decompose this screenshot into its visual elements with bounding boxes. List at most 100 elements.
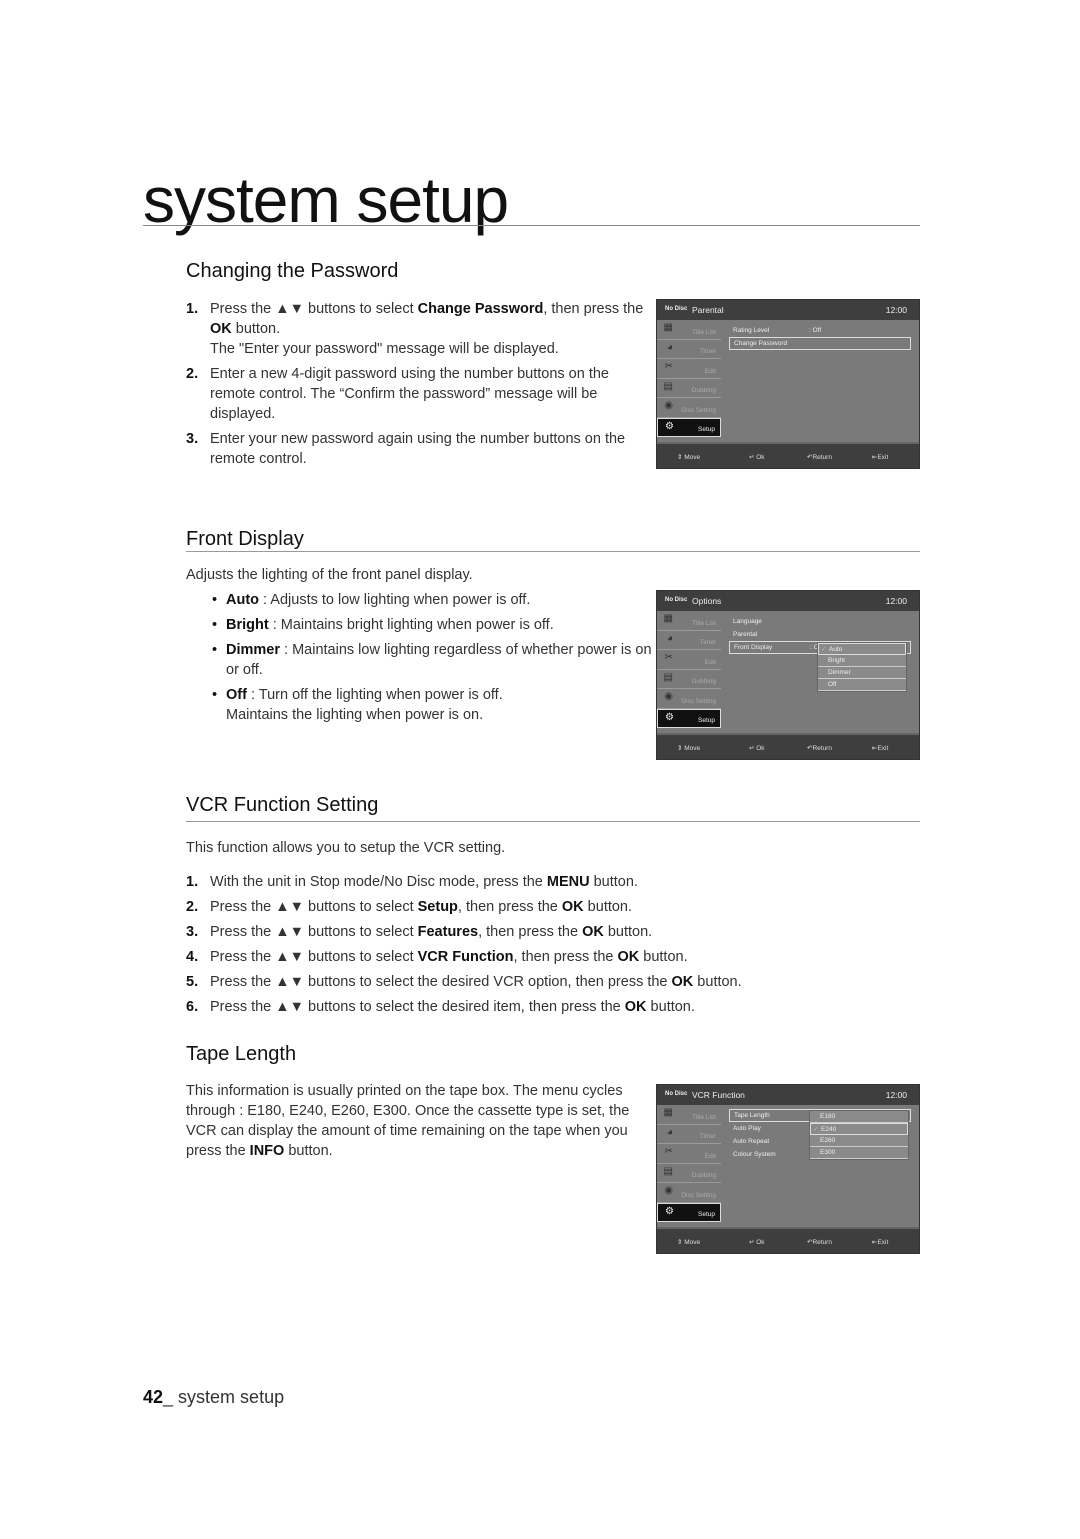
gear-icon: ⚙ <box>665 711 674 723</box>
step-item: 6. Press the ▲▼ buttons to select the des… <box>186 999 695 1015</box>
move-hint: ⇕ Move <box>677 745 701 752</box>
sidebar-item-dubbing[interactable]: ▤ Dubbing <box>657 379 721 398</box>
section-rule <box>186 551 920 552</box>
tv-screen-options: No Disc Options 12:00 ▦ Title List ◕ Timer… <box>656 590 920 760</box>
option-bright[interactable]: Bright <box>818 655 906 667</box>
tape-length-dropdown: E180 ✓ E240 E260 E300 <box>809 1110 909 1160</box>
option-e300[interactable]: E300 <box>810 1147 908 1159</box>
option-dimmer[interactable]: Dimmer <box>818 667 906 679</box>
step-item: 4. Press the ▲▼ buttons to select VCR Fun… <box>186 949 688 965</box>
sidebar-item-dubbing[interactable]: ▤ Dubbing <box>657 670 721 689</box>
tv-footer: ⇕ Move ↵ Ok ↶Return ⇤Exit <box>657 733 919 759</box>
step-note: The "Enter your password" message will b… <box>210 341 559 357</box>
dubbing-icon: ▤ <box>663 671 673 683</box>
sidebar-item-disc-setting[interactable]: ◉ Disc Setting <box>657 689 721 709</box>
exit-hint: ⇤Exit <box>872 454 889 461</box>
menu-row-language[interactable]: Language <box>729 615 911 628</box>
disc-icon: ◉ <box>664 400 673 411</box>
bullet-item: Bright : Maintains bright lighting when … <box>212 615 652 635</box>
sidebar-item-title-list[interactable]: ▦ Title List <box>657 320 721 340</box>
scissors-icon: ✂ <box>664 1146 673 1157</box>
no-disc-label: No Disc <box>665 1091 688 1097</box>
vcr-steps: 1. With the unit in Stop mode/No Disc mod… <box>186 872 886 1022</box>
password-steps: 1. Press the ▲▼ buttons to select Change… <box>186 299 648 474</box>
sidebar-item-edit[interactable]: ✂ Edit <box>657 1144 721 1164</box>
menu-row-rating-level[interactable]: Rating Level: Off <box>729 324 911 337</box>
sidebar-item-setup[interactable]: ⚙ Setup <box>657 417 721 437</box>
step-item: 5. Press the ▲▼ buttons to select the des… <box>186 974 742 990</box>
scissors-icon: ✂ <box>664 652 673 663</box>
dubbing-icon: ▤ <box>663 380 673 392</box>
exit-hint: ⇤Exit <box>872 1239 889 1246</box>
tv-footer: ⇕ Move ↵ Ok ↶Return ⇤Exit <box>657 442 919 468</box>
sidebar-item-setup[interactable]: ⚙ Setup <box>657 708 721 728</box>
move-hint: ⇕ Move <box>677 1239 701 1246</box>
film-icon: ▦ <box>663 1107 673 1118</box>
menu-title: Parental <box>692 305 724 315</box>
film-icon: ▦ <box>663 613 673 624</box>
section-rule <box>186 821 920 822</box>
sidebar-item-timer[interactable]: ◕ Timer <box>657 631 721 650</box>
tv-screen-parental: No Disc Parental 12:00 ▦ Title List ◕ Time… <box>656 299 920 469</box>
tv-footer: ⇕ Move ↵ Ok ↶Return ⇤Exit <box>657 1227 919 1253</box>
step-item: 1. With the unit in Stop mode/No Disc mod… <box>186 874 638 890</box>
step-item: 3. Enter your new password again using th… <box>186 431 626 467</box>
disc-icon: ◉ <box>664 1185 673 1196</box>
tv-header: No Disc VCR Function 12:00 <box>657 1085 919 1105</box>
page-footer: 42_ system setup <box>143 1387 285 1407</box>
vcr-intro: This function allows you to setup the VC… <box>186 840 506 856</box>
sidebar-item-title-list[interactable]: ▦ Title List <box>657 611 721 631</box>
tape-length-text: This information is usually printed on t… <box>186 1083 630 1159</box>
clock: 12:00 <box>885 1090 907 1100</box>
sidebar-item-disc-setting[interactable]: ◉ Disc Setting <box>657 398 721 418</box>
sidebar-item-timer[interactable]: ◕ Timer <box>657 340 721 359</box>
menu-row-change-password[interactable]: Change Password <box>729 337 911 350</box>
dubbing-icon: ▤ <box>663 1165 673 1177</box>
timer-icon: ◕ <box>666 1126 673 1138</box>
option-off[interactable]: Off <box>818 679 906 691</box>
section-heading-password: Changing the Password <box>186 260 399 282</box>
chapter-title: system setup <box>143 164 509 236</box>
sidebar-item-timer[interactable]: ◕ Timer <box>657 1125 721 1144</box>
footer-label: system setup <box>178 1387 285 1407</box>
bullet-item: Dimmer : Maintains low lighting regardle… <box>212 640 652 680</box>
sidebar-item-setup[interactable]: ⚙ Setup <box>657 1202 721 1222</box>
tv-screen-vcr-function: No Disc VCR Function 12:00 ▦ Title List ◕… <box>656 1084 920 1254</box>
step-item: 2. Enter a new 4-digit password using the… <box>186 366 609 422</box>
menu-row-parental[interactable]: Parental <box>729 628 911 641</box>
ok-hint: ↵ Ok <box>749 454 765 461</box>
option-auto[interactable]: ✓ Auto <box>818 643 906 655</box>
sidebar-item-dubbing[interactable]: ▤ Dubbing <box>657 1164 721 1183</box>
tv-header: No Disc Parental 12:00 <box>657 300 919 320</box>
page-number: 42 <box>143 1387 164 1407</box>
clock: 12:00 <box>885 305 907 315</box>
no-disc-label: No Disc <box>665 597 688 603</box>
section-heading-front-display: Front Display <box>186 528 304 550</box>
sidebar-item-edit[interactable]: ✂ Edit <box>657 359 721 379</box>
timer-icon: ◕ <box>666 341 673 353</box>
move-hint: ⇕ Move <box>677 454 701 461</box>
sidebar-item-disc-setting[interactable]: ◉ Disc Setting <box>657 1183 721 1203</box>
bullet-item: Off : Turn off the lighting when power i… <box>212 685 652 725</box>
scissors-icon: ✂ <box>664 361 673 372</box>
option-e180[interactable]: E180 <box>810 1111 908 1123</box>
sidebar-item-edit[interactable]: ✂ Edit <box>657 650 721 670</box>
menu-title: VCR Function <box>692 1090 745 1100</box>
clock: 12:00 <box>885 596 907 606</box>
front-display-dropdown: ✓ Auto Bright Dimmer Off <box>817 642 907 692</box>
sidebar-item-title-list[interactable]: ▦ Title List <box>657 1105 721 1125</box>
return-hint: ↶Return <box>807 1239 832 1246</box>
disc-icon: ◉ <box>664 691 673 702</box>
tv-content: Rating Level: Off Change Password <box>729 324 911 350</box>
tv-sidebar: ▦ Title List ◕ Timer ✂ Edit ▤ Dubbing ◉ Disc … <box>657 611 721 728</box>
option-e240[interactable]: ✓ E240 <box>810 1123 908 1135</box>
tv-content: Language Parental Front Display: O ✓ Auto… <box>729 615 911 692</box>
tv-header: No Disc Options 12:00 <box>657 591 919 611</box>
gear-icon: ⚙ <box>665 420 674 432</box>
step-item: 1. Press the ▲▼ buttons to select Change… <box>186 301 644 357</box>
tv-sidebar: ▦ Title List ◕ Timer ✂ Edit ▤ Dubbing ◉ Disc … <box>657 1105 721 1222</box>
section-heading-vcr: VCR Function Setting <box>186 794 379 816</box>
gear-icon: ⚙ <box>665 1205 674 1217</box>
option-e260[interactable]: E260 <box>810 1135 908 1147</box>
return-hint: ↶Return <box>807 454 832 461</box>
